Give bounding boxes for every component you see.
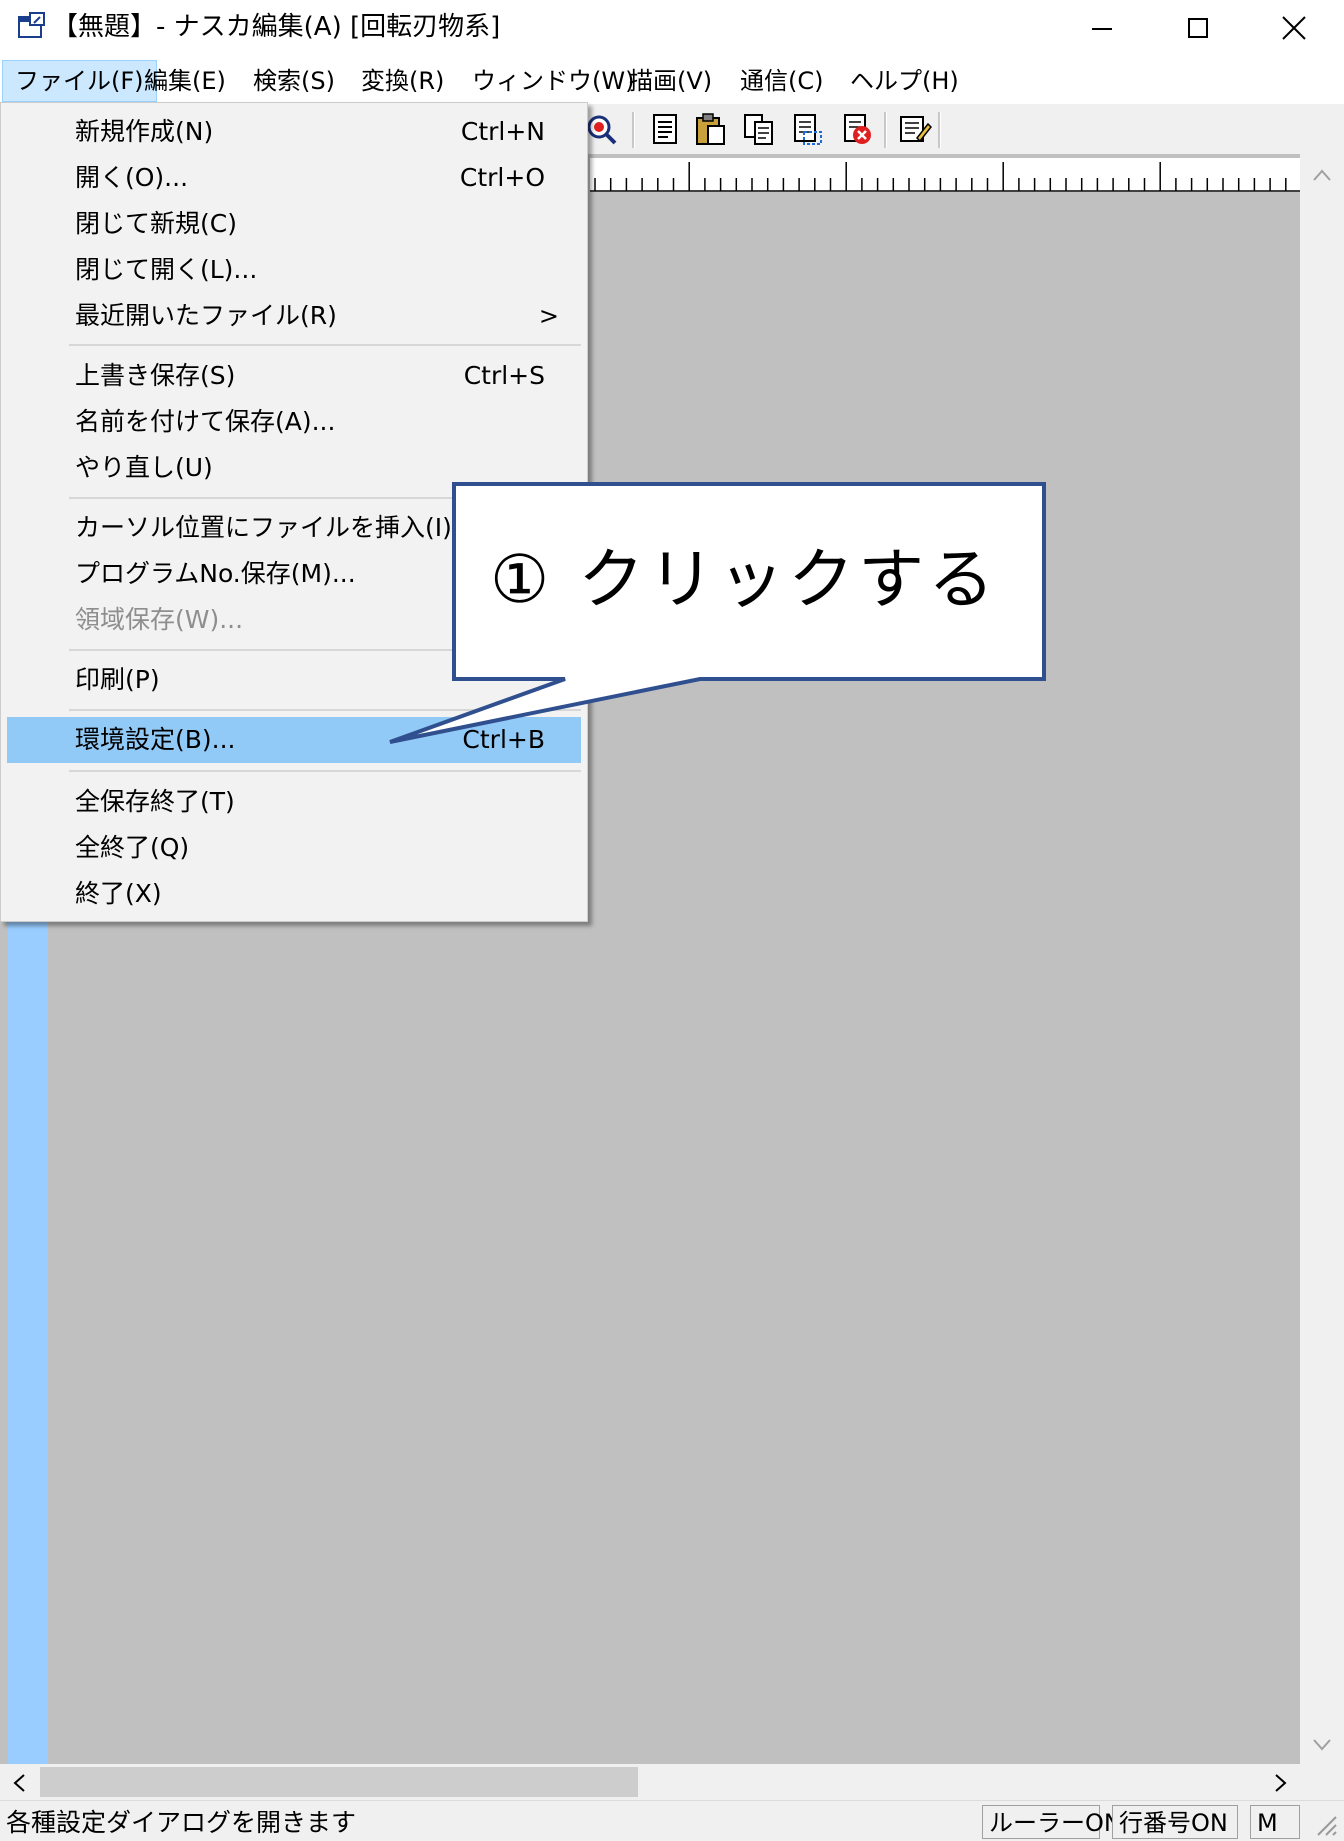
menu-item-save-as[interactable]: 名前を付けて保存(A)... — [7, 399, 581, 445]
zoom-icon[interactable] — [584, 112, 618, 146]
paste-icon[interactable] — [693, 112, 727, 146]
menu-edit[interactable]: 編集(E) — [132, 60, 238, 102]
select-document-icon[interactable] — [790, 112, 824, 146]
menu-item-label: 印刷(P) — [75, 665, 160, 694]
scroll-corner — [1300, 1764, 1344, 1800]
menu-item-label: 開く(O)... — [75, 163, 189, 192]
callout-text: ① クリックする — [490, 541, 999, 618]
status-line-numbers: 行番号ON — [1112, 1805, 1238, 1839]
menu-item-label: カーソル位置にファイルを挿入(I)... — [75, 513, 476, 542]
scroll-up-icon[interactable] — [1312, 168, 1332, 182]
menu-convert[interactable]: 変換(R) — [349, 60, 456, 102]
menu-item-close-open[interactable]: 閉じて開く(L)... — [7, 247, 581, 293]
toolbar-separator — [884, 112, 887, 148]
menu-item-label: 全保存終了(T) — [75, 787, 235, 816]
menu-communication[interactable]: 通信(C) — [728, 60, 835, 102]
menu-separator — [69, 709, 581, 711]
toolbar-separator — [938, 112, 941, 148]
toolbar-separator — [632, 112, 635, 148]
menu-item-exit-all[interactable]: 全終了(Q) — [7, 825, 581, 871]
menu-item-shortcut: Ctrl+S — [463, 361, 545, 390]
menu-item-label: 新規作成(N) — [75, 117, 214, 146]
status-message: 各種設定ダイアログを開きます — [6, 1808, 357, 1837]
line-number-gutter — [8, 920, 48, 1764]
status-mode: M — [1250, 1805, 1300, 1839]
delete-document-icon[interactable] — [840, 112, 874, 146]
menu-item-label: 名前を付けて保存(A)... — [75, 407, 336, 436]
menu-item-label: 上書き保存(S) — [75, 361, 236, 390]
menu-item-label: 最近開いたファイル(R) — [75, 301, 337, 330]
menu-item-label: 全終了(Q) — [75, 833, 190, 862]
menu-item-new[interactable]: 新規作成(N) Ctrl+N — [7, 109, 581, 155]
menu-item-label: 環境設定(B)... — [75, 725, 236, 754]
window-title: 【無題】- ナスカ編集(A) [回転刃物系] — [52, 12, 501, 42]
menu-draw[interactable]: 描画(V) — [617, 60, 724, 102]
menu-item-recent-files[interactable]: 最近開いたファイル(R) > — [7, 293, 581, 339]
status-ruler: ルーラーON — [982, 1805, 1122, 1839]
minimize-icon — [1092, 28, 1112, 30]
menu-separator — [69, 649, 581, 651]
copy-icon[interactable] — [742, 112, 776, 146]
scroll-left-icon[interactable] — [12, 1773, 26, 1793]
menu-item-save-all-exit[interactable]: 全保存終了(T) — [7, 779, 581, 825]
menu-item-close-new[interactable]: 閉じて新規(C) — [7, 201, 581, 247]
menu-search[interactable]: 検索(S) — [241, 60, 347, 102]
close-icon — [1282, 16, 1306, 40]
file-menu-dropdown: 新規作成(N) Ctrl+N 開く(O)... Ctrl+O 閉じて新規(C) … — [0, 102, 588, 922]
menu-item-label: プログラムNo.保存(M)... — [75, 559, 356, 588]
menu-help[interactable]: ヘルプ(H) — [838, 60, 971, 102]
menu-item-preferences[interactable]: 環境設定(B)... Ctrl+B — [7, 717, 581, 763]
menu-item-print[interactable]: 印刷(P) — [7, 657, 581, 703]
scroll-right-icon[interactable] — [1274, 1773, 1288, 1793]
edit-document-icon[interactable] — [898, 112, 932, 146]
menu-item-open[interactable]: 開く(O)... Ctrl+O — [7, 155, 581, 201]
menu-item-label: やり直し(U) — [75, 453, 213, 482]
maximize-icon — [1188, 18, 1208, 38]
menu-bar: ファイル(F) 編集(E) 検索(S) 変換(R) ウィンドウ(W) 描画(V)… — [0, 60, 1344, 102]
submenu-arrow-icon: > — [538, 302, 559, 330]
document-icon[interactable] — [648, 112, 682, 146]
menu-item-shortcut: Ctrl+N — [460, 117, 545, 146]
menu-item-shortcut: Ctrl+B — [462, 725, 545, 754]
maximize-button[interactable] — [1150, 0, 1246, 56]
vertical-scrollbar[interactable] — [1300, 154, 1344, 1764]
menu-item-save[interactable]: 上書き保存(S) Ctrl+S — [7, 353, 581, 399]
menu-item-label: 閉じて新規(C) — [75, 209, 237, 238]
horizontal-scroll-thumb[interactable] — [40, 1767, 638, 1797]
resize-grip-icon[interactable] — [1312, 1811, 1338, 1837]
menu-separator — [69, 770, 581, 772]
menu-separator — [69, 344, 581, 346]
menu-item-label: 領域保存(W)... — [75, 605, 244, 634]
scroll-down-icon[interactable] — [1312, 1738, 1332, 1752]
close-button[interactable] — [1246, 0, 1342, 56]
menu-separator — [69, 497, 581, 499]
menu-item-shortcut: Ctrl+O — [459, 163, 545, 192]
status-bar: 各種設定ダイアログを開きます ルーラーON 行番号ON M — [0, 1800, 1344, 1841]
minimize-button[interactable] — [1054, 0, 1150, 56]
menu-item-exit[interactable]: 終了(X) — [7, 871, 581, 917]
menu-item-label: 終了(X) — [75, 879, 162, 908]
ruler — [590, 158, 1300, 192]
title-bar: 【無題】- ナスカ編集(A) [回転刃物系] — [0, 0, 1344, 56]
menu-item-label: 閉じて開く(L)... — [75, 255, 258, 284]
app-icon[interactable] — [18, 12, 46, 40]
menu-item-redo[interactable]: やり直し(U) — [7, 445, 581, 491]
